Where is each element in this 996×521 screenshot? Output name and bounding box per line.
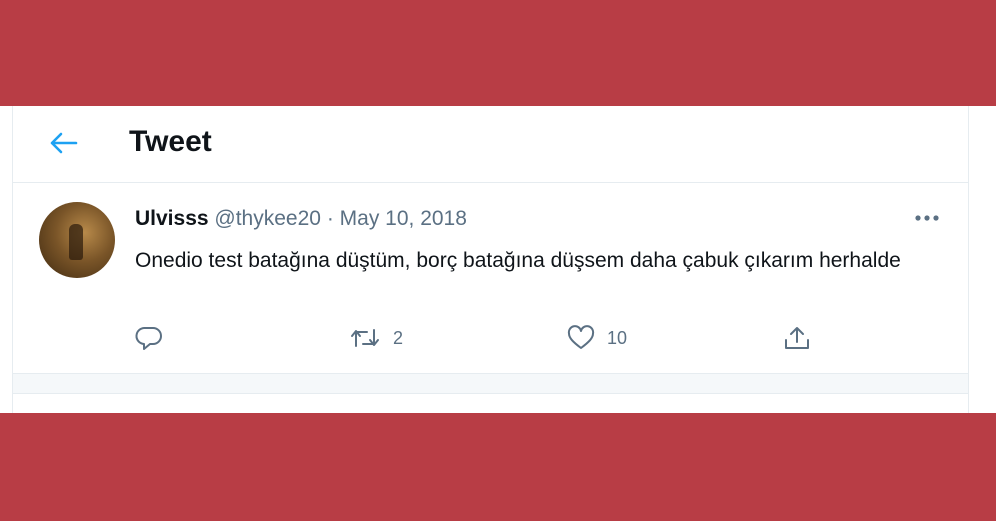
tweet-text: Onedio test batağına düştüm, borç batağı… xyxy=(135,249,901,272)
more-icon xyxy=(915,215,939,221)
bottom-red-band xyxy=(0,413,996,521)
share-button[interactable] xyxy=(783,325,811,351)
page-header: Tweet xyxy=(13,106,968,183)
tweet-meta: Ulvisss @thykee20 · May 10, 2018 xyxy=(135,207,467,231)
reply-icon xyxy=(135,327,162,350)
avatar[interactable] xyxy=(39,202,115,278)
reply-button[interactable] xyxy=(135,325,163,351)
more-options-button[interactable] xyxy=(911,205,943,231)
top-red-band xyxy=(0,0,996,106)
like-count: 10 xyxy=(607,327,628,348)
tweet-date[interactable]: May 10, 2018 xyxy=(340,207,467,230)
page-title: Tweet xyxy=(129,125,212,158)
meta-separator: · xyxy=(326,207,334,230)
share-icon xyxy=(785,327,809,349)
tweet-page: Tweet Ulvisss @thykee20 · May 10, 2018 O… xyxy=(12,106,969,413)
tweet: Ulvisss @thykee20 · May 10, 2018 Onedio … xyxy=(13,183,968,374)
like-button[interactable]: 10 xyxy=(567,325,627,351)
arrow-left-icon xyxy=(50,132,78,154)
display-name[interactable]: Ulvisss xyxy=(135,207,209,230)
heart-icon xyxy=(567,325,595,349)
retweet-count: 2 xyxy=(393,327,404,348)
retweet-button[interactable]: 2 xyxy=(349,325,403,351)
retweet-icon xyxy=(351,329,379,347)
tweet-actions: 2 10 xyxy=(13,321,968,361)
back-button[interactable] xyxy=(46,126,80,160)
user-handle[interactable]: @thykee20 xyxy=(214,207,321,230)
section-divider xyxy=(13,374,968,394)
